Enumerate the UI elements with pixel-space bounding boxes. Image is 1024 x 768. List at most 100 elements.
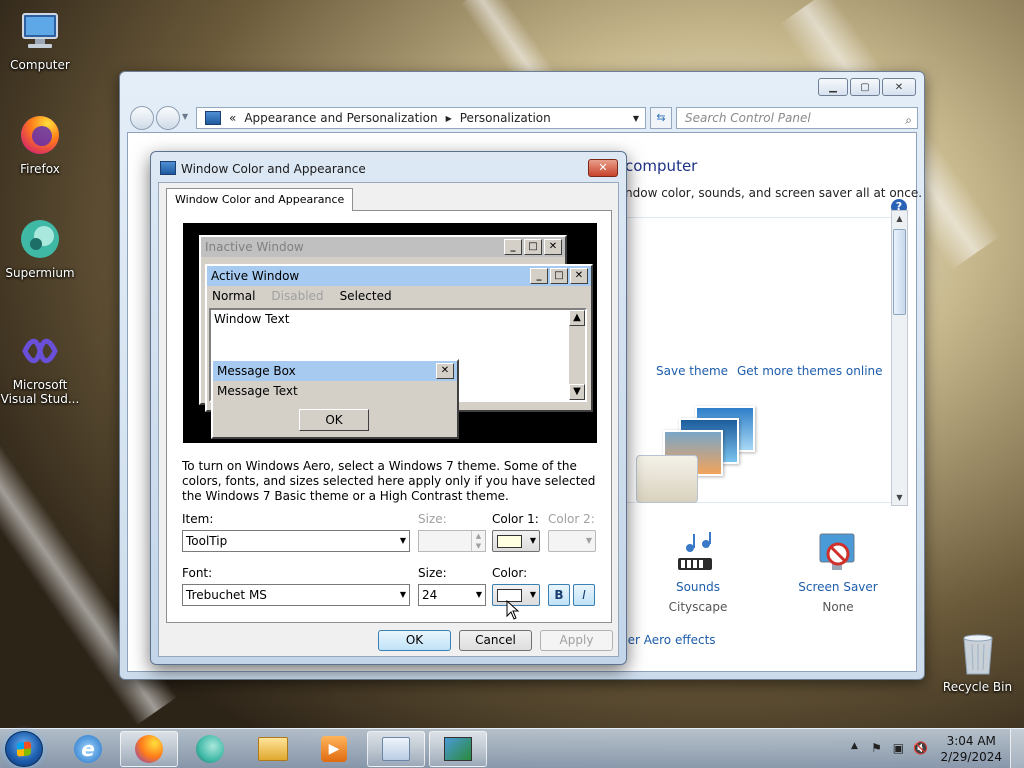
address-bar[interactable]: « Appearance and Personalization ▶ Perso… bbox=[196, 107, 646, 129]
taskbar-file-explorer[interactable] bbox=[244, 731, 302, 767]
theme-tile[interactable] bbox=[636, 455, 698, 503]
sounds-label[interactable]: Sounds bbox=[643, 580, 753, 594]
scroll-up-arrow-icon[interactable]: ▲ bbox=[892, 211, 907, 226]
control-panel-icon bbox=[205, 111, 221, 125]
item-selected-value: ToolTip bbox=[186, 534, 228, 548]
ok-button[interactable]: OK bbox=[378, 630, 451, 651]
show-hidden-icons-icon[interactable]: ▲ bbox=[846, 741, 862, 757]
italic-button[interactable]: I bbox=[573, 584, 595, 606]
save-theme-link[interactable]: Save theme bbox=[656, 364, 728, 378]
close-icon: ✕ bbox=[570, 268, 588, 284]
desktop-icon-label: Recycle Bin bbox=[942, 680, 1013, 694]
screen-saver-icon bbox=[783, 522, 893, 578]
taskbar: e ▶ ▲ ⚑ ▣ 🔇 3:04 AM 2/29/2024 bbox=[0, 728, 1024, 768]
get-more-themes-link[interactable]: Get more themes online bbox=[737, 364, 883, 378]
item-size-spinner: ▲ ▼ bbox=[418, 530, 486, 552]
recent-pages-chevron-icon[interactable]: ▼ bbox=[182, 112, 188, 121]
color1-picker[interactable]: ▼ bbox=[492, 530, 540, 552]
recycle-bin-icon bbox=[958, 630, 998, 676]
mouse-cursor-icon bbox=[506, 600, 520, 620]
tab-window-color[interactable]: Window Color and Appearance bbox=[166, 188, 354, 211]
apply-button: Apply bbox=[540, 630, 613, 651]
bold-button[interactable]: B bbox=[548, 584, 570, 606]
item-select[interactable]: ToolTip ▼ bbox=[182, 530, 410, 552]
desktop-icon-firefox[interactable]: Firefox bbox=[0, 112, 80, 176]
window-color-dialog: Window Color and Appearance ✕ Window Col… bbox=[150, 151, 627, 665]
scroll-down-arrow-icon[interactable]: ▼ bbox=[892, 490, 907, 505]
preview-caption-buttons: _ □ ✕ bbox=[504, 239, 562, 255]
breadcrumb-root[interactable]: « bbox=[229, 111, 236, 125]
message-text: Message Text bbox=[217, 384, 298, 398]
chevron-down-icon: ▼ bbox=[529, 590, 536, 599]
start-button[interactable] bbox=[5, 731, 43, 767]
dialog-close-button[interactable]: ✕ bbox=[588, 159, 618, 177]
internet-explorer-icon: e bbox=[74, 735, 102, 763]
chevron-down-icon: ▼ bbox=[475, 590, 482, 599]
close-icon: ✕ bbox=[436, 363, 454, 379]
clock-time: 3:04 AM bbox=[946, 734, 996, 748]
clock[interactable]: 3:04 AM 2/29/2024 bbox=[940, 733, 1002, 765]
close-button[interactable]: ✕ bbox=[882, 78, 916, 96]
firefox-icon bbox=[17, 112, 63, 158]
breadcrumb-item[interactable]: Appearance and Personalization bbox=[244, 111, 437, 125]
sounds-value: Cityscape bbox=[668, 600, 728, 614]
message-box-ok-button: OK bbox=[299, 409, 369, 431]
search-icon[interactable]: ⌕ bbox=[905, 110, 912, 130]
breadcrumb-item[interactable]: Personalization bbox=[460, 111, 551, 125]
back-button[interactable] bbox=[130, 106, 154, 130]
font-size-select[interactable]: 24 ▼ bbox=[418, 584, 486, 606]
scrollbar-thumb[interactable] bbox=[893, 229, 906, 315]
cancel-button[interactable]: Cancel bbox=[459, 630, 532, 651]
message-box-title: Message Box ✕ bbox=[213, 361, 457, 381]
minimize-button[interactable]: ▁ bbox=[818, 78, 848, 96]
themes-scrollbar[interactable]: ▲ ▼ bbox=[891, 210, 908, 506]
menu-selected: Selected bbox=[339, 289, 392, 303]
color2-label: Color 2: bbox=[548, 512, 595, 526]
show-desktop-button[interactable] bbox=[1010, 729, 1024, 768]
refresh-button[interactable]: ⇆ bbox=[650, 107, 672, 129]
sounds-setting[interactable]: Sounds Cityscape bbox=[643, 522, 753, 614]
themes-list: ▲ ▼ Save theme Get more themes online bbox=[625, 210, 908, 506]
preview-inactive-title: Inactive Window _ □ ✕ bbox=[201, 237, 565, 257]
preview-caption-buttons: ✕ bbox=[436, 363, 454, 379]
chevron-down-icon: ▼ bbox=[585, 536, 592, 545]
font-select[interactable]: Trebuchet MS ▼ bbox=[182, 584, 410, 606]
taskbar-personalization[interactable] bbox=[429, 731, 487, 767]
message-box-title-text: Message Box bbox=[217, 364, 296, 378]
taskbar-control-panel[interactable] bbox=[367, 731, 425, 767]
taskbar-firefox[interactable] bbox=[120, 731, 178, 767]
screen-saver-setting[interactable]: Screen Saver None bbox=[783, 522, 893, 614]
desktop-icon-label: Microsoft Visual Stud... bbox=[0, 378, 80, 406]
network-icon[interactable]: ▣ bbox=[890, 741, 906, 757]
desktop-icon-recycle-bin[interactable]: Recycle Bin bbox=[935, 630, 1020, 694]
breadcrumb-separator-icon: ▶ bbox=[445, 113, 452, 123]
aero-description: To turn on Windows Aero, select a Window… bbox=[182, 459, 596, 503]
firefox-icon bbox=[135, 735, 163, 763]
screen-saver-label[interactable]: Screen Saver bbox=[783, 580, 893, 594]
spin-down-icon: ▼ bbox=[471, 541, 485, 551]
active-title-text: Active Window bbox=[211, 269, 300, 283]
desktop-icon-visual-studio[interactable]: Microsoft Visual Stud... bbox=[0, 328, 80, 406]
address-dropdown-icon[interactable]: ▼ bbox=[633, 114, 639, 123]
volume-muted-icon[interactable]: 🔇 bbox=[912, 741, 928, 757]
preview-active-title: Active Window _ □ ✕ bbox=[207, 266, 591, 286]
taskbar-media-player[interactable]: ▶ bbox=[305, 731, 363, 767]
navigation-bar: ▼ « Appearance and Personalization ▶ Per… bbox=[128, 106, 918, 130]
action-center-flag-icon[interactable]: ⚑ bbox=[868, 741, 884, 757]
search-input[interactable]: Search Control Panel ⌕ bbox=[676, 107, 918, 129]
appearance-preview[interactable]: Inactive Window _ □ ✕ Active Window _ □ bbox=[183, 223, 597, 443]
folder-icon bbox=[258, 737, 288, 761]
desktop-icon-computer[interactable]: Computer bbox=[0, 8, 80, 72]
font-size-value: 24 bbox=[422, 588, 438, 602]
taskbar-internet-explorer[interactable]: e bbox=[59, 731, 117, 767]
desktop-icon-supermium[interactable]: Supermium bbox=[0, 216, 80, 280]
color1-label: Color 1: bbox=[492, 512, 539, 526]
forward-button[interactable] bbox=[156, 106, 180, 130]
taskbar-supermium[interactable] bbox=[181, 731, 239, 767]
preview-menu-bar: Normal Disabled Selected bbox=[207, 286, 591, 306]
aero-effects-link[interactable]: her Aero effects bbox=[620, 633, 716, 647]
dialog-title: Window Color and Appearance bbox=[181, 162, 366, 176]
color2-picker: ▼ bbox=[548, 530, 596, 552]
maximize-button[interactable]: ▢ bbox=[850, 78, 880, 96]
preview-caption-buttons: _ □ ✕ bbox=[530, 268, 588, 284]
